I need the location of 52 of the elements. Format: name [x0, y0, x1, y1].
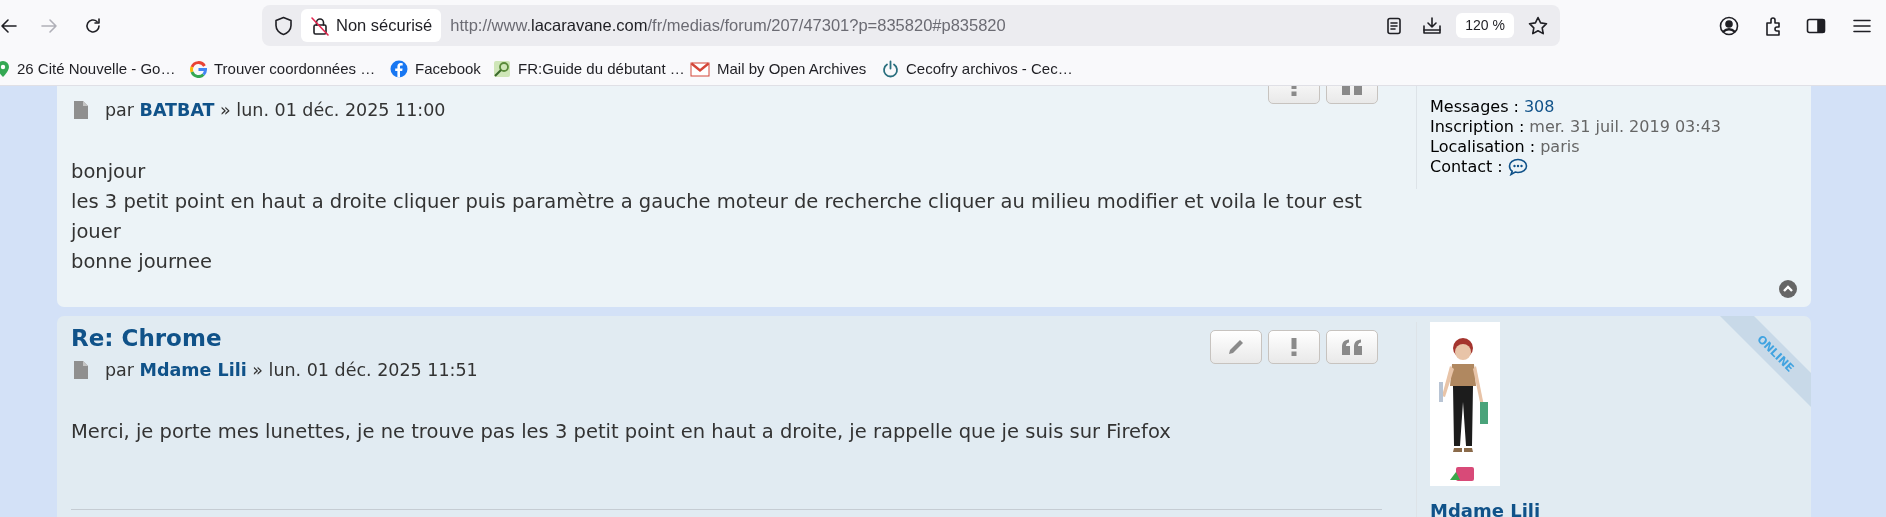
post-text: Merci, je porte mes lunettes, je ne trouve pas les 3 petit point en haut a droite, je rappelle que je suis sur Firefox: [71, 419, 1172, 445]
profile-value: paris: [1540, 136, 1580, 158]
back-to-top-icon[interactable]: [1779, 280, 1797, 298]
quote-button[interactable]: [1326, 330, 1378, 364]
profile-label: Messages :: [1430, 96, 1519, 118]
author-link[interactable]: BATBAT: [139, 99, 215, 120]
envelope-icon: [690, 61, 710, 77]
bookmark-item[interactable]: 26 Cité Nouvelle - Go…: [0, 55, 176, 83]
menu-icon[interactable]: [1853, 19, 1871, 33]
post-text: bonjour: [71, 159, 147, 185]
speech-bubble-icon[interactable]: [1507, 158, 1528, 176]
unlocked-padlock-icon: [310, 15, 330, 36]
bookmark-item[interactable]: FR:Guide du débutant …: [493, 55, 685, 83]
zoom-level-button[interactable]: 120 %: [1456, 13, 1514, 38]
shield-icon[interactable]: [274, 15, 293, 36]
bookmark-item[interactable]: Mail by Open Archives: [690, 55, 867, 83]
back-icon[interactable]: [0, 17, 18, 35]
power-icon: [882, 60, 899, 78]
bookmark-star-icon[interactable]: [1528, 16, 1548, 35]
pencil-icon: [1227, 338, 1245, 356]
profile-value: mer. 31 juil. 2019 03:43: [1529, 116, 1721, 138]
edit-button[interactable]: [1210, 330, 1262, 364]
profile-label: Contact :: [1430, 156, 1503, 178]
download-icon[interactable]: [1422, 16, 1443, 35]
post-byline: par BATBAT » lun. 01 déc. 2025 11:00: [105, 98, 446, 122]
quote-icon: [1341, 339, 1363, 355]
bookmark-item[interactable]: Trouver coordonnées …: [190, 55, 376, 83]
document-icon: [74, 101, 88, 119]
profile-label: Localisation :: [1430, 136, 1536, 158]
security-indicator[interactable]: Non sécurisé: [301, 9, 442, 42]
author-link[interactable]: Mdame Lili: [139, 359, 247, 380]
sidebar-icon[interactable]: [1806, 18, 1826, 34]
author-name-link[interactable]: Mdame Lili: [1430, 497, 1811, 517]
exclamation-icon: [1291, 338, 1297, 356]
google-icon: [190, 60, 207, 78]
url-text[interactable]: http://www.lacaravane.com/fr/medias/forum/207/47301?p=835820#p835820: [450, 13, 1006, 38]
post-byline: par Mdame Lili » lun. 01 déc. 2025 11:51: [105, 358, 478, 382]
reader-view-icon[interactable]: [1386, 16, 1403, 35]
report-button[interactable]: [1268, 330, 1320, 364]
bookmark-item[interactable]: Facebook: [390, 55, 481, 83]
extensions-icon[interactable]: [1765, 16, 1783, 36]
document-icon: [74, 361, 88, 379]
post-title[interactable]: Re: Chrome: [71, 316, 1416, 353]
messages-count-link[interactable]: 308: [1523, 95, 1555, 119]
reload-icon[interactable]: [84, 17, 102, 35]
account-icon[interactable]: [1719, 16, 1739, 36]
address-bar[interactable]: Non sécurisé http://www.lacaravane.com/fr/medias/forum/207/47301?p=835820#p835820 120 %: [262, 5, 1560, 46]
facebook-icon: [390, 60, 408, 78]
magnifier-icon: [493, 60, 511, 78]
profile-label: Inscription :: [1430, 116, 1525, 138]
bookmark-item[interactable]: Cecofry archivos - Cec…: [882, 55, 1073, 83]
post-text: bonne journee: [71, 249, 213, 275]
